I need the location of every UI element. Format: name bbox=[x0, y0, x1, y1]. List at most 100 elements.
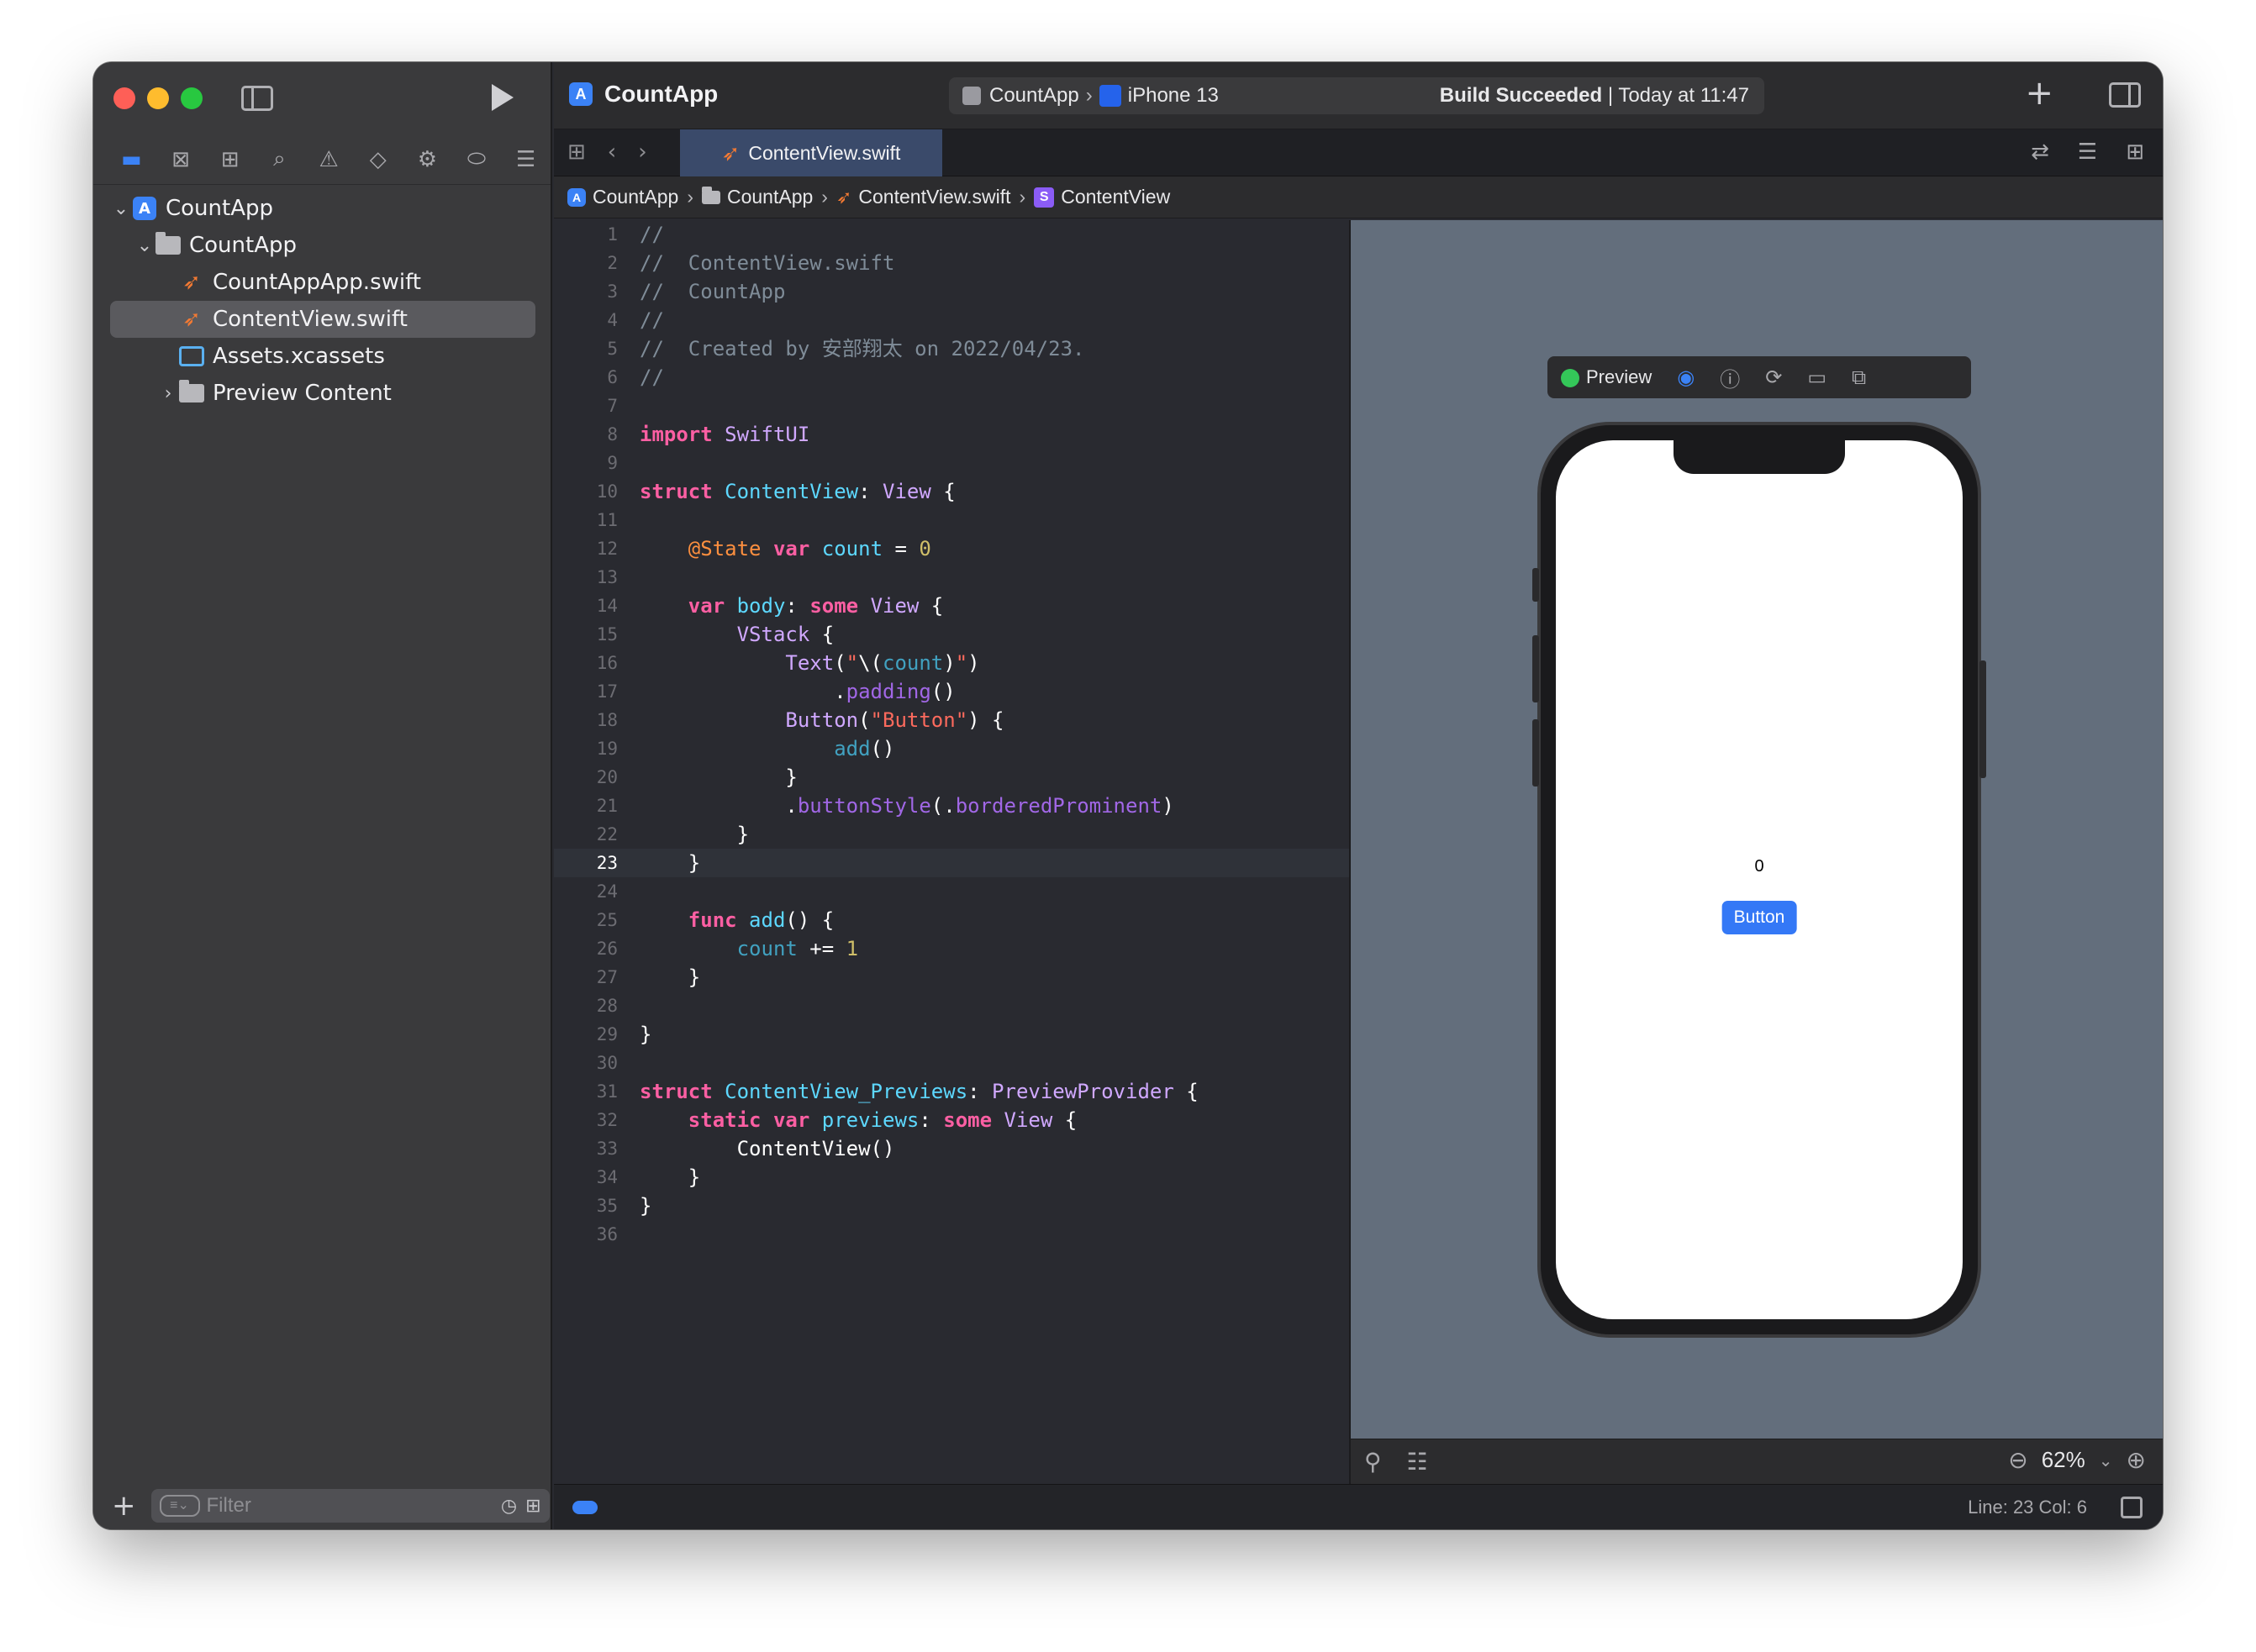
code-line[interactable]: 29} bbox=[554, 1020, 1349, 1049]
code-text[interactable]: } bbox=[640, 1163, 700, 1192]
code-text[interactable]: // bbox=[640, 363, 664, 392]
live-preview-icon[interactable]: ◉ bbox=[1677, 366, 1695, 389]
code-line[interactable]: 12 @State var count = 0 bbox=[554, 534, 1349, 563]
code-text[interactable]: Text("\(count)") bbox=[640, 649, 979, 677]
code-line[interactable]: 13 bbox=[554, 563, 1349, 592]
chevron-down-icon[interactable]: ⌄ bbox=[112, 198, 130, 219]
filter-field[interactable]: ≡⌄ Filter ◷ ⊞ bbox=[150, 1489, 550, 1523]
tree-item-group[interactable]: ⌄ CountApp bbox=[93, 227, 551, 264]
code-line[interactable]: 27 } bbox=[554, 963, 1349, 992]
code-line[interactable]: 30 bbox=[554, 1049, 1349, 1077]
scheme-selector[interactable]: CountApp bbox=[989, 84, 1079, 108]
code-text[interactable]: static var previews: some View { bbox=[640, 1106, 1077, 1134]
jumpbar-project[interactable]: A CountApp bbox=[567, 186, 678, 208]
editor-options-icon[interactable]: ☰ bbox=[2078, 139, 2097, 165]
code-text[interactable]: var body: some View { bbox=[640, 592, 943, 620]
code-text[interactable]: func add() { bbox=[640, 906, 834, 934]
code-line[interactable]: 10 struct ContentView: View { bbox=[554, 477, 1349, 506]
code-line[interactable]: 32 static var previews: some View { bbox=[554, 1106, 1349, 1134]
recent-files-icon[interactable]: ◷ bbox=[501, 1495, 517, 1517]
chevron-down-icon[interactable]: ⌄ bbox=[135, 235, 154, 256]
code-line[interactable]: 16 Text("\(count)") bbox=[554, 649, 1349, 677]
sidebar-toggle-icon[interactable] bbox=[241, 86, 273, 111]
code-text[interactable]: ContentView() bbox=[640, 1134, 895, 1163]
code-text[interactable]: } bbox=[640, 1192, 651, 1220]
code-text[interactable]: // CountApp bbox=[640, 277, 785, 306]
zoom-level[interactable]: 62% bbox=[2042, 1447, 2085, 1473]
tree-item-file[interactable]: ➶ CountAppApp.swift bbox=[93, 264, 551, 301]
code-line[interactable]: 11 bbox=[554, 506, 1349, 534]
source-editor[interactable]: 1//2// ContentView.swift 3// CountApp 4//5… bbox=[554, 220, 1349, 1484]
zoom-out-icon[interactable]: ⊖ bbox=[2008, 1446, 2027, 1474]
duplicate-icon[interactable]: ⧉ bbox=[1852, 366, 1866, 389]
tree-item-file-selected[interactable]: ➶ ContentView.swift bbox=[110, 301, 535, 338]
code-line[interactable]: 18 Button("Button") { bbox=[554, 706, 1349, 734]
add-icon[interactable]: + bbox=[112, 1489, 136, 1523]
tree-item-file[interactable]: Assets.xcassets bbox=[93, 338, 551, 375]
code-text[interactable]: .padding() bbox=[640, 677, 956, 706]
zoom-in-icon[interactable]: ⊕ bbox=[2127, 1446, 2146, 1474]
forward-icon[interactable]: › bbox=[638, 139, 646, 165]
code-line[interactable]: 23 } bbox=[554, 849, 1349, 877]
selectable-icon[interactable]: ⓘ bbox=[1720, 363, 1740, 392]
code-line[interactable]: 6 // bbox=[554, 363, 1349, 392]
search-icon[interactable]: ⌕ bbox=[255, 134, 304, 185]
folder-icon[interactable]: ▬ bbox=[107, 134, 156, 185]
code-text[interactable]: Button("Button") { bbox=[640, 706, 1004, 734]
code-line[interactable]: 9 bbox=[554, 449, 1349, 477]
chevron-down-icon[interactable]: ⌄ bbox=[2099, 1450, 2113, 1470]
code-line[interactable]: 31 struct ContentView_Previews: PreviewPr… bbox=[554, 1077, 1349, 1106]
code-line[interactable]: 4 // bbox=[554, 306, 1349, 334]
code-line[interactable]: 34 } bbox=[554, 1163, 1349, 1192]
code-line[interactable]: 5 // Created by 安部翔太 on 2022/04/23. bbox=[554, 334, 1349, 363]
source-control-icon[interactable]: ⊠ bbox=[156, 134, 206, 185]
preview-button[interactable]: Button bbox=[1721, 901, 1797, 934]
tab-content-view[interactable]: ➶ ContentView.swift bbox=[680, 129, 942, 176]
code-line[interactable]: 7 bbox=[554, 392, 1349, 420]
code-review-icon[interactable]: ⇄ bbox=[2031, 139, 2049, 165]
code-text[interactable]: add() bbox=[640, 734, 894, 763]
tree-item-group[interactable]: › Preview Content bbox=[93, 375, 551, 412]
code-text[interactable]: } bbox=[640, 963, 700, 992]
rotate-icon[interactable]: ⟳ bbox=[1765, 366, 1782, 389]
code-text[interactable]: count += 1 bbox=[640, 934, 859, 963]
run-button[interactable] bbox=[492, 84, 514, 111]
code-text[interactable]: .buttonStyle(.borderedProminent) bbox=[640, 792, 1173, 820]
inspector-toggle-icon[interactable] bbox=[2109, 82, 2141, 108]
jumpbar-file[interactable]: ➶ ContentView.swift bbox=[836, 186, 1011, 208]
code-text[interactable]: // bbox=[640, 220, 664, 249]
pin-icon[interactable]: ⚲ bbox=[1364, 1448, 1382, 1476]
variants-icon[interactable]: ☷ bbox=[1407, 1448, 1428, 1476]
code-line[interactable]: 1 // bbox=[554, 220, 1349, 249]
code-line[interactable]: 33 ContentView() bbox=[554, 1134, 1349, 1163]
debug-icon[interactable]: ⚙ bbox=[403, 134, 452, 185]
code-text[interactable]: // Created by 安部翔太 on 2022/04/23. bbox=[640, 334, 1084, 363]
test-icon[interactable]: ◇ bbox=[353, 134, 403, 185]
code-line[interactable]: 14 var body: some View { bbox=[554, 592, 1349, 620]
code-line[interactable]: 25 func add() { bbox=[554, 906, 1349, 934]
device-selector[interactable]: iPhone 13 bbox=[1128, 84, 1219, 108]
source-control-filter-icon[interactable]: ⊞ bbox=[525, 1495, 540, 1517]
code-line[interactable]: 35} bbox=[554, 1192, 1349, 1220]
code-line[interactable]: 8 import SwiftUI bbox=[554, 420, 1349, 449]
report-icon[interactable]: ☰ bbox=[501, 134, 551, 185]
code-text[interactable]: struct ContentView: View { bbox=[640, 477, 956, 506]
code-line[interactable]: 2 // ContentView.swift bbox=[554, 249, 1349, 277]
code-text[interactable]: } bbox=[640, 1020, 651, 1049]
code-line[interactable]: 17 .padding() bbox=[554, 677, 1349, 706]
filter-icon[interactable]: ≡⌄ bbox=[159, 1495, 200, 1517]
code-text[interactable]: // ContentView.swift bbox=[640, 249, 894, 277]
back-icon[interactable]: ‹ bbox=[608, 139, 616, 165]
code-line[interactable]: 21 .buttonStyle(.borderedProminent) bbox=[554, 792, 1349, 820]
preview-label[interactable]: Preview bbox=[1561, 366, 1652, 388]
grid-icon[interactable]: ⊞ bbox=[567, 139, 586, 165]
code-line[interactable]: 22 } bbox=[554, 820, 1349, 849]
code-text[interactable]: } bbox=[640, 820, 749, 849]
code-text[interactable]: @State var count = 0 bbox=[640, 534, 931, 563]
code-line[interactable]: 36 bbox=[554, 1220, 1349, 1249]
code-line[interactable]: 26 count += 1 bbox=[554, 934, 1349, 963]
code-text[interactable]: import SwiftUI bbox=[640, 420, 809, 449]
library-add-icon[interactable]: + bbox=[2025, 74, 2053, 113]
code-line[interactable]: 19 add() bbox=[554, 734, 1349, 763]
code-line[interactable]: 28 bbox=[554, 992, 1349, 1020]
